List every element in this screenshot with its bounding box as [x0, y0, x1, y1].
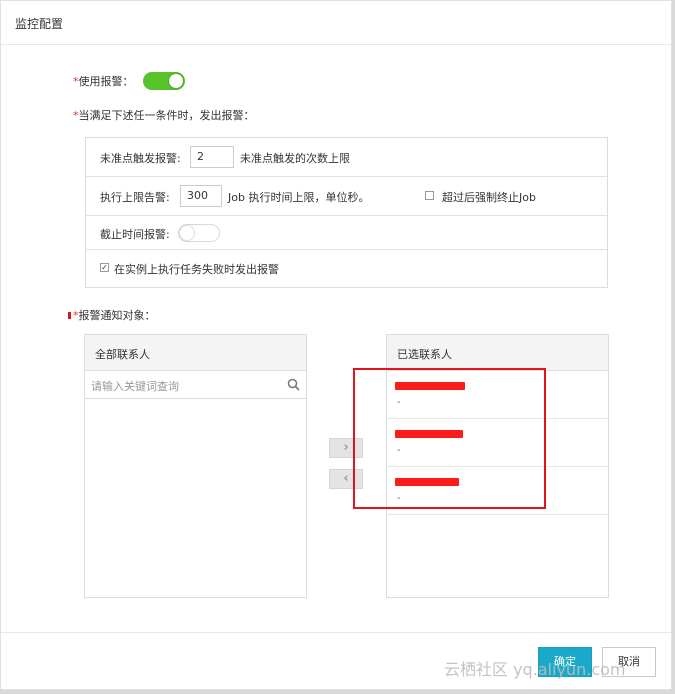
not-triggered-label: 未准点触发报警: — [100, 152, 181, 165]
recipients-label-text: 报警通知对象： — [78, 309, 156, 322]
instance-fail-checkbox[interactable]: ✓ — [100, 263, 109, 272]
deadline-label: 截止时间报警: — [100, 228, 170, 241]
alert-enable-toggle[interactable] — [143, 72, 185, 90]
contact-search-input[interactable] — [89, 374, 283, 398]
condition-row-deadline: 截止时间报警: — [86, 216, 607, 250]
conditions-box: 未准点触发报警: 2 未准点触发的次数上限 执行上限告警: 300 Job 执行… — [85, 137, 608, 288]
alert-enable-label: *使用报警： — [73, 73, 134, 89]
all-contacts-panel: 全部联系人 — [84, 334, 307, 598]
condition-row-exec-limit: 执行上限告警: 300 Job 执行时间上限，单位秒。 超过后强制终止Job — [86, 177, 607, 216]
condition-row-not-triggered: 未准点触发报警: 2 未准点触发的次数上限 — [86, 138, 607, 177]
dialog-title: 监控配置 — [15, 17, 64, 31]
toggle-knob — [169, 74, 183, 88]
condition-row-instance-fail: ✓ 在实例上执行任务失败时发出报警 — [86, 250, 607, 287]
recipients-label: *报警通知对象： — [73, 307, 156, 323]
toggle-knob — [180, 226, 194, 240]
watermark-text: 云栖社区 yq.aliyun.com — [444, 660, 626, 679]
not-triggered-hint: 未准点触发的次数上限 — [240, 152, 350, 165]
trigger-intro: *当满足下述任一条件时，发出报警： — [73, 107, 255, 123]
monitor-config-dialog: 监控配置 *使用报警： *当满足下述任一条件时，发出报警： 未准点触发报警: 2… — [0, 0, 672, 690]
annotation-highlight-box — [353, 368, 546, 509]
exec-limit-input[interactable]: 300 — [180, 185, 222, 207]
dialog-footer — [1, 632, 671, 633]
exec-limit-label: 执行上限告警: — [100, 191, 170, 204]
force-stop-checkbox[interactable] — [425, 191, 434, 200]
instance-fail-label: 在实例上执行任务失败时发出报警 — [114, 263, 279, 276]
not-triggered-count-input[interactable]: 2 — [190, 146, 234, 168]
force-stop-label: 超过后强制终止Job — [442, 191, 536, 204]
all-contacts-title: 全部联系人 — [95, 348, 150, 361]
selected-contacts-header: 已选联系人 — [387, 335, 608, 371]
deadline-toggle[interactable] — [178, 224, 220, 242]
search-icon[interactable] — [287, 378, 300, 391]
selected-contacts-title: 已选联系人 — [397, 348, 452, 361]
contact-search — [85, 371, 306, 399]
required-indicator-bar — [68, 312, 71, 319]
trigger-intro-text: 当满足下述任一条件时，发出报警： — [78, 109, 255, 122]
exec-limit-hint: Job 执行时间上限，单位秒。 — [228, 191, 370, 204]
dialog-titlebar: 监控配置 — [1, 1, 671, 45]
alert-enable-text: 使用报警： — [78, 75, 134, 88]
all-contacts-header: 全部联系人 — [85, 335, 306, 371]
